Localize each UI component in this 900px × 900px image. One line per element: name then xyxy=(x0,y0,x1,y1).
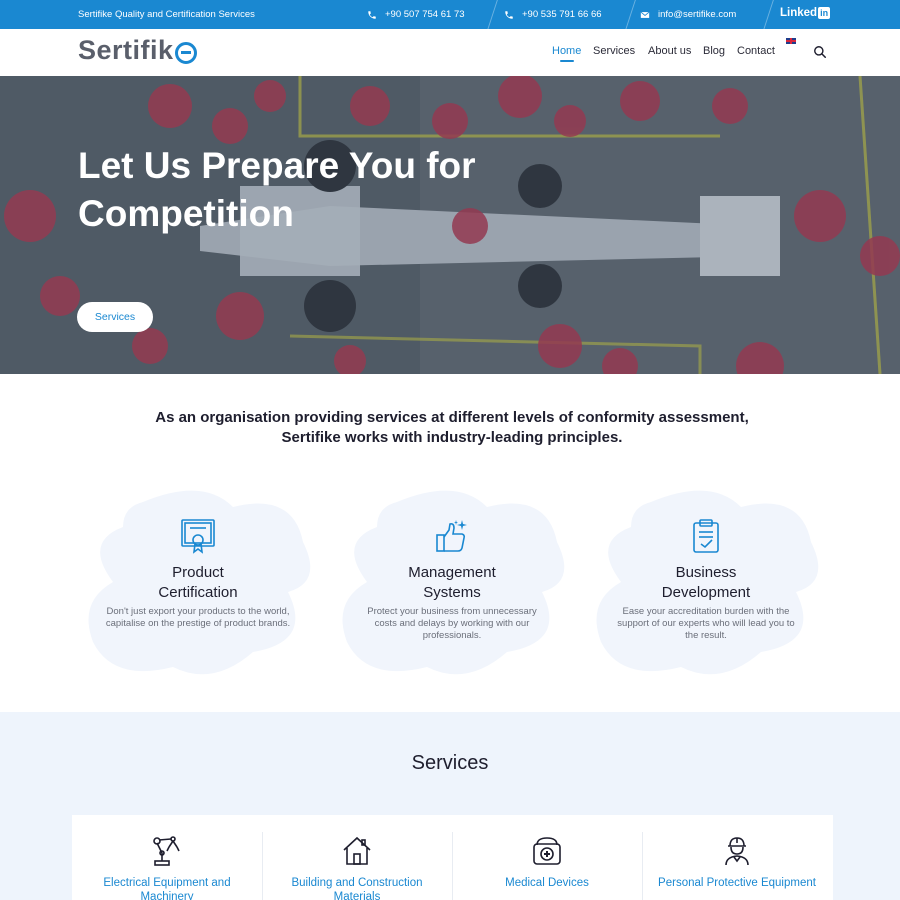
tagline: Sertifike Quality and Certification Serv… xyxy=(78,9,255,20)
feature-title-line: Management xyxy=(408,564,496,581)
site-logo[interactable]: Sertifik xyxy=(78,35,197,66)
feature-description: Ease your accreditation burden with the … xyxy=(617,606,795,641)
feature-title: Management Systems xyxy=(337,563,567,603)
phone-2-link[interactable]: +90 535 791 66 66 xyxy=(504,9,602,20)
envelope-icon xyxy=(640,11,650,18)
feature-title-line: Business xyxy=(675,564,737,581)
feature-title-line: Development xyxy=(661,584,751,601)
services-section: Services Electrical Equipment and Machin… xyxy=(0,712,900,900)
hero-services-button[interactable]: Services xyxy=(77,302,153,332)
phone-1-text: +90 507 754 61 73 xyxy=(385,9,465,20)
feature-title-line: Systems xyxy=(423,584,481,601)
hero-title: Let Us Prepare You for Competition xyxy=(78,145,476,234)
service-label: Medical Devices xyxy=(505,877,589,889)
feature-management-systems[interactable]: Management Systems Protect your business… xyxy=(337,482,567,682)
nav-services[interactable]: Services xyxy=(593,45,635,57)
feature-title: Business Development xyxy=(591,563,821,603)
phone-icon xyxy=(505,10,513,19)
certificate-icon xyxy=(181,519,215,554)
nav-about-us[interactable]: About us xyxy=(648,45,691,57)
services-card: Electrical Equipment and Machinery Build… xyxy=(72,815,833,900)
divider xyxy=(761,0,776,29)
service-building-construction[interactable]: Building and Construction Materials xyxy=(262,815,452,900)
site-header: Sertifik Home Services About us Blog Con… xyxy=(0,29,900,76)
divider xyxy=(623,0,638,29)
nav-home[interactable]: Home xyxy=(552,45,581,57)
nav-active-indicator xyxy=(560,60,574,62)
feature-description: Protect your business from unnecessary c… xyxy=(367,606,537,641)
service-electrical-equipment[interactable]: Electrical Equipment and Machinery xyxy=(72,815,262,900)
nav-blog[interactable]: Blog xyxy=(703,45,725,57)
divider xyxy=(485,0,500,29)
nav-contact[interactable]: Contact xyxy=(737,45,775,57)
house-icon xyxy=(343,836,371,865)
service-label: Electrical Equipment and Machinery xyxy=(103,877,231,900)
uk-flag-icon[interactable] xyxy=(786,38,796,44)
feature-business-development[interactable]: Business Development Ease your accredita… xyxy=(591,482,821,682)
feature-title: Product Certification xyxy=(83,563,313,603)
intro-statement: As an organisation providing services at… xyxy=(155,409,749,446)
top-bar: Sertifike Quality and Certification Serv… xyxy=(0,0,900,29)
robot-arm-icon xyxy=(153,836,180,866)
feature-product-certification[interactable]: Product Certification Don't just export … xyxy=(83,482,313,682)
service-label: Personal Protective Equipment xyxy=(658,877,816,889)
hard-hat-worker-icon xyxy=(725,837,749,866)
phone-1-link[interactable]: +90 507 754 61 73 xyxy=(367,9,465,20)
thumbs-up-icon xyxy=(436,520,467,552)
clipboard-check-icon xyxy=(693,519,719,553)
email-text: info@sertifike.com xyxy=(658,9,737,20)
linkedin-text: Linked xyxy=(780,7,818,19)
search-icon[interactable] xyxy=(813,45,827,59)
phone-icon xyxy=(368,10,376,19)
services-heading: Services xyxy=(411,752,489,774)
feature-title-line: Certification xyxy=(158,584,238,601)
phone-2-text: +90 535 791 66 66 xyxy=(522,9,602,20)
linkedin-link[interactable]: Linked in xyxy=(780,7,831,19)
feature-title-line: Product xyxy=(172,564,224,581)
service-personal-protective-equipment[interactable]: Personal Protective Equipment xyxy=(642,815,832,900)
feature-description: Don't just export your products to the w… xyxy=(105,606,291,629)
logo-e-mark xyxy=(174,41,197,64)
service-medical-devices[interactable]: Medical Devices xyxy=(452,815,642,900)
medical-kit-icon xyxy=(533,837,561,865)
service-label: Building and Construction Materials xyxy=(291,877,423,900)
logo-text: Sertifik xyxy=(78,35,174,65)
email-link[interactable]: info@sertifike.com xyxy=(640,9,736,20)
hero-banner: Let Us Prepare You for Competition Servi… xyxy=(0,76,900,374)
linkedin-icon: in xyxy=(818,7,831,19)
